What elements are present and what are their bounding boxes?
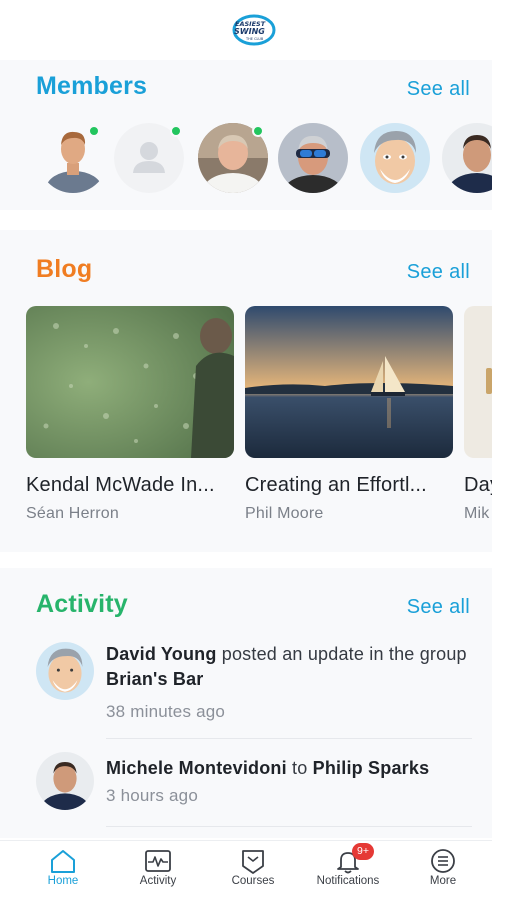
svg-text:SWING: SWING — [234, 27, 265, 36]
blog-see-all-link[interactable]: See all — [407, 261, 470, 284]
activity-target[interactable]: Philip Sparks — [313, 758, 430, 778]
tab-label: More — [429, 875, 457, 887]
tab-label: Courses — [231, 875, 275, 887]
tab-label: Notifications — [316, 875, 380, 887]
member-photo-4 — [278, 123, 348, 193]
edge-strip — [492, 0, 506, 900]
activity-verb: posted an update in the group — [216, 644, 467, 664]
tab-label: Activity — [139, 875, 177, 887]
tab-label: Home — [47, 875, 79, 887]
blog-post-title: Creating an Effortl... — [245, 474, 427, 496]
tab-courses[interactable]: Courses — [208, 841, 298, 900]
activity-text: David Young posted an update in the grou… — [106, 642, 476, 692]
activity-text: Michele Montevidoni to Philip Sparks — [106, 756, 476, 781]
activity-actor[interactable]: David Young — [106, 644, 217, 664]
blog-title: Blog — [36, 255, 93, 283]
app-logo[interactable]: EASIEST SWING THE CLUB — [228, 12, 278, 48]
activity-verb: to — [286, 758, 313, 778]
more-icon — [431, 849, 455, 873]
online-indicator — [170, 125, 182, 137]
blog-card[interactable]: Kendal McWade In... Séan Herron — [26, 306, 234, 523]
members-see-all-link[interactable]: See all — [407, 78, 470, 101]
activity-time: 3 hours ago — [106, 786, 198, 805]
activity-avatar[interactable] — [36, 752, 94, 810]
blog-post-author: Séan Herron — [26, 505, 119, 522]
activity-section: Activity See all David Young posted an u… — [0, 568, 492, 838]
member-cartoon-5 — [360, 123, 430, 193]
activity-item[interactable]: Michele Montevidoni to Philip Sparks 3 h… — [36, 752, 476, 822]
members-avatar-row — [38, 123, 506, 195]
online-indicator — [88, 125, 100, 137]
activity-avatar[interactable] — [36, 642, 94, 700]
bottom-tab-bar: Home Activity Courses 9+ Notifications M… — [0, 840, 492, 900]
blog-carousel[interactable]: Kendal McWade In... Séan Herron Creating… — [26, 306, 496, 546]
tab-activity[interactable]: Activity — [113, 841, 203, 900]
tab-home[interactable]: Home — [18, 841, 108, 900]
app-header: EASIEST SWING THE CLUB — [0, 0, 492, 60]
members-section: Members See all — [0, 60, 506, 210]
blog-image — [26, 306, 234, 458]
divider — [106, 738, 472, 739]
member-avatar[interactable] — [278, 123, 348, 193]
member-avatar[interactable] — [360, 123, 430, 193]
blog-post-title: Kendal McWade In... — [26, 474, 215, 496]
activity-target[interactable]: Brian's Bar — [106, 669, 204, 689]
home-icon — [51, 850, 75, 873]
member-cartoon-icon — [36, 642, 94, 700]
blog-card[interactable]: Creating an Effortl... Phil Moore — [245, 306, 453, 523]
online-indicator — [252, 125, 264, 137]
svg-text:THE CLUB: THE CLUB — [245, 37, 264, 41]
divider — [106, 826, 472, 827]
blog-section: Blog See all Kendal McWade In... Séan He… — [0, 230, 496, 552]
activity-icon — [145, 850, 171, 872]
notification-badge: 9+ — [352, 843, 374, 860]
activity-actor[interactable]: Michele Montevidoni — [106, 758, 287, 778]
tab-notifications[interactable]: 9+ Notifications — [303, 841, 393, 900]
blog-post-author: Phil Moore — [245, 505, 324, 522]
members-title: Members — [36, 72, 148, 100]
activity-title: Activity — [36, 590, 128, 618]
courses-icon — [242, 850, 264, 874]
app-screen: EASIEST SWING THE CLUB Members See all B… — [0, 0, 506, 900]
tab-more[interactable]: More — [398, 841, 488, 900]
blog-image — [245, 306, 453, 458]
activity-time: 38 minutes ago — [106, 702, 226, 721]
member-photo-icon — [36, 752, 94, 810]
activity-item[interactable]: David Young posted an update in the grou… — [36, 642, 476, 732]
activity-see-all-link[interactable]: See all — [407, 596, 470, 619]
